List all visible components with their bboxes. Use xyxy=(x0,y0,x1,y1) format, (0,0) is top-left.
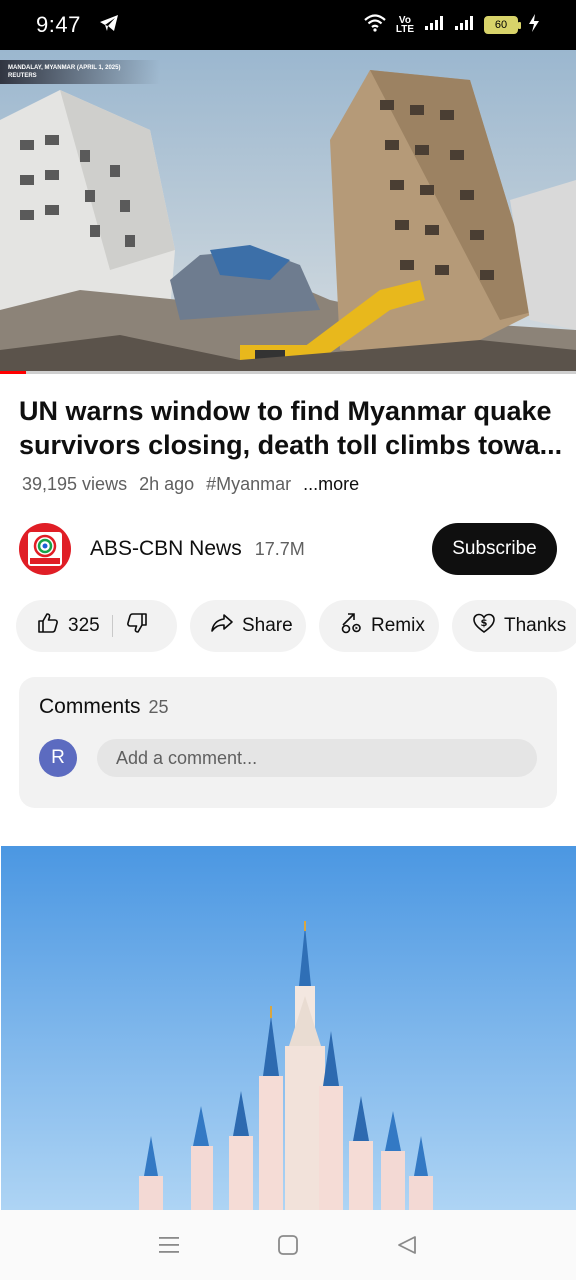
thanks-button[interactable]: $ Thanks xyxy=(452,600,576,652)
video-meta[interactable]: 39,195 views 2h ago #Myanmar ...more xyxy=(22,474,359,495)
home-square-icon[interactable] xyxy=(270,1227,306,1263)
upload-age: 2h ago xyxy=(139,474,195,494)
charging-icon xyxy=(528,13,540,37)
action-row: 325 Share Remix $ Thanks xyxy=(16,600,576,652)
next-video-thumbnail[interactable] xyxy=(1,846,576,1210)
comments-count: 25 xyxy=(148,697,169,717)
hashtag-link[interactable]: #Myanmar xyxy=(206,474,291,495)
comments-panel[interactable]: Comments 25 R Add a comment... xyxy=(19,677,557,808)
channel-name[interactable]: ABS-CBN News xyxy=(90,537,242,561)
remix-button[interactable]: Remix xyxy=(319,600,439,652)
battery-indicator: 60 xyxy=(484,16,521,34)
video-player[interactable]: MANDALAY, MYANMAR (APRIL 1, 2025) REUTER… xyxy=(0,50,576,372)
telegram-icon xyxy=(99,14,119,37)
remix-icon xyxy=(339,611,363,641)
remix-label: Remix xyxy=(371,615,425,636)
like-count[interactable]: 325 xyxy=(68,615,100,637)
thumbs-down-icon[interactable] xyxy=(125,611,149,641)
view-count: 39,195 views xyxy=(22,474,128,494)
comments-label: Comments xyxy=(39,695,141,718)
share-arrow-icon xyxy=(210,611,234,641)
svg-text:$: $ xyxy=(481,618,488,629)
add-comment-input[interactable]: Add a comment... xyxy=(97,739,537,777)
back-triangle-icon[interactable] xyxy=(389,1227,425,1263)
thanks-label: Thanks xyxy=(504,615,567,636)
menu-icon[interactable] xyxy=(151,1227,187,1263)
chip-divider xyxy=(111,615,113,637)
more-link[interactable]: ...more xyxy=(303,474,359,495)
thumbs-up-icon[interactable] xyxy=(36,611,60,641)
video-progress-bar[interactable] xyxy=(0,371,576,374)
video-frame xyxy=(0,50,576,372)
video-title[interactable]: UN warns window to find Myanmar quake su… xyxy=(19,394,564,462)
channel-row: ABS-CBN News 17.7M Subscribe xyxy=(19,522,557,576)
abs-cbn-logo xyxy=(28,532,62,566)
volte-indicator: Vo LTE xyxy=(395,15,414,35)
system-nav-bar xyxy=(0,1210,576,1280)
castle-image xyxy=(1,846,576,1210)
like-dislike-chip: 325 xyxy=(16,600,177,652)
heart-dollar-icon: $ xyxy=(472,611,496,641)
status-time: 9:47 xyxy=(36,12,81,37)
channel-avatar[interactable] xyxy=(19,523,71,575)
video-progress-fill xyxy=(0,371,26,374)
user-avatar: R xyxy=(39,739,77,777)
subscriber-count: 17.7M xyxy=(254,538,305,559)
status-bar: 9:47 Vo LTE 60 xyxy=(0,0,576,50)
share-button[interactable]: Share xyxy=(190,600,306,652)
signal-icon xyxy=(424,15,444,36)
subscribe-button[interactable]: Subscribe xyxy=(432,523,557,575)
wifi-icon xyxy=(364,13,386,37)
signal-icon xyxy=(454,15,474,36)
share-label: Share xyxy=(242,615,293,636)
video-caption: MANDALAY, MYANMAR (APRIL 1, 2025) REUTER… xyxy=(0,60,161,84)
